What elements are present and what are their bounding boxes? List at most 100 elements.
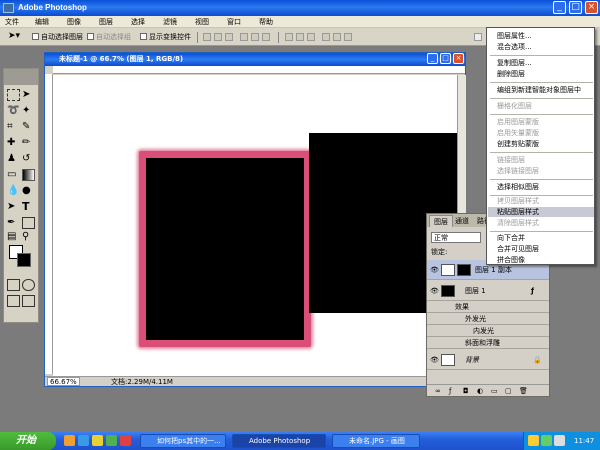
menu-item-flatten-image[interactable]: 拼合图像: [497, 256, 525, 265]
add-mask-icon[interactable]: ◘: [463, 387, 469, 395]
blur-tool-icon[interactable]: 💧: [7, 185, 20, 197]
start-button[interactable]: 开始: [0, 432, 56, 450]
menu-item-select-similar[interactable]: 选择相似图层: [497, 183, 539, 192]
move-tool-icon[interactable]: ➤: [22, 89, 35, 101]
doc-minimize-button[interactable]: _: [427, 53, 438, 64]
zoom-level[interactable]: 66.67%: [47, 377, 80, 386]
distribute-hcenter-icon[interactable]: [333, 33, 341, 41]
type-tool-icon[interactable]: T: [22, 201, 35, 213]
notes-tool-icon[interactable]: ▤: [7, 231, 20, 243]
document-title-bar[interactable]: 未标题-1 @ 66.7% (图层 1, RGB/8): [45, 53, 465, 66]
taskbar-button-paint[interactable]: 未命名.JPG - 画图: [332, 434, 420, 448]
shape-tool-icon[interactable]: [22, 217, 35, 229]
menu-filter[interactable]: 滤镜: [161, 16, 179, 28]
show-bounds-checkbox[interactable]: [140, 33, 147, 40]
distribute-left-icon[interactable]: [322, 33, 330, 41]
menu-item-layer-properties[interactable]: 图层属性...: [497, 32, 532, 41]
healing-brush-tool-icon[interactable]: ✚: [7, 137, 20, 149]
menu-help[interactable]: 帮助: [257, 16, 275, 28]
menu-window[interactable]: 窗口: [225, 16, 243, 28]
quicklaunch-icon[interactable]: [64, 435, 75, 446]
align-hcenter-icon[interactable]: [251, 33, 259, 41]
menu-image[interactable]: 图像: [65, 16, 83, 28]
close-button[interactable]: ×: [585, 1, 598, 14]
eye-icon[interactable]: 👁: [430, 285, 439, 297]
trash-icon[interactable]: 🗑: [519, 387, 528, 395]
auto-select-group-checkbox[interactable]: [87, 33, 94, 40]
add-style-icon[interactable]: ƒ: [449, 387, 451, 395]
layer-name[interactable]: 图层 1 副本: [475, 264, 512, 276]
tab-layers[interactable]: 图层: [429, 215, 453, 227]
quick-mask-icon[interactable]: [22, 279, 35, 291]
quicklaunch-icon[interactable]: [120, 435, 131, 446]
distribute-top-icon[interactable]: [285, 33, 293, 41]
menu-item-delete-layer[interactable]: 删除图层: [497, 70, 525, 79]
distribute-right-icon[interactable]: [344, 33, 352, 41]
maximize-button[interactable]: □: [569, 1, 582, 14]
blend-mode-select[interactable]: 正常: [431, 232, 481, 243]
align-bottom-icon[interactable]: [225, 33, 233, 41]
menu-view[interactable]: 视图: [193, 16, 211, 28]
lasso-tool-icon[interactable]: ➰: [7, 105, 20, 117]
brush-tool-icon[interactable]: ✏: [22, 137, 35, 149]
move-tool-icon[interactable]: ➤▾: [8, 31, 20, 41]
marquee-tool-icon[interactable]: [7, 89, 20, 101]
menu-item-duplicate-layer[interactable]: 复制图层...: [497, 59, 532, 68]
new-group-icon[interactable]: ▭: [491, 387, 498, 395]
ie-icon[interactable]: [78, 435, 89, 446]
magic-wand-tool-icon[interactable]: ✦: [22, 105, 35, 117]
layer-name[interactable]: 背景: [465, 354, 479, 366]
doc-maximize-button[interactable]: □: [440, 53, 451, 64]
taskbar-button-photoshop[interactable]: Adobe Photoshop: [232, 434, 326, 448]
align-top-icon[interactable]: [203, 33, 211, 41]
layer-effect-row[interactable]: 斜面和浮雕: [427, 337, 549, 349]
align-right-icon[interactable]: [262, 33, 270, 41]
history-brush-tool-icon[interactable]: ↺: [22, 153, 35, 165]
link-layers-icon[interactable]: ∞: [435, 387, 441, 395]
background-color-swatch[interactable]: [17, 253, 31, 267]
distribute-bottom-icon[interactable]: [307, 33, 315, 41]
gradient-tool-icon[interactable]: [22, 169, 35, 181]
dodge-tool-icon[interactable]: ●: [22, 185, 35, 197]
palette-well-icon[interactable]: [474, 33, 482, 41]
layer-row[interactable]: 👁 背景 🔒: [427, 350, 549, 370]
eye-icon[interactable]: 👁: [430, 354, 439, 366]
menu-select[interactable]: 选择: [129, 16, 147, 28]
doc-close-button[interactable]: ×: [453, 53, 464, 64]
canvas[interactable]: [53, 75, 457, 376]
align-left-icon[interactable]: [240, 33, 248, 41]
screen-mode-full-icon[interactable]: [22, 295, 35, 307]
eye-icon[interactable]: 👁: [430, 264, 439, 276]
layer-row[interactable]: 👁 图层 1 ƒ: [427, 281, 549, 301]
menu-item-merge-visible[interactable]: 合并可见图层: [497, 245, 539, 254]
crop-tool-icon[interactable]: ⌗: [7, 121, 20, 133]
slice-tool-icon[interactable]: ✎: [22, 121, 35, 133]
menu-item-paste-layer-style[interactable]: 粘贴图层样式: [497, 208, 539, 217]
quicklaunch-icon[interactable]: [92, 435, 103, 446]
fx-icon[interactable]: ƒ: [531, 285, 534, 297]
volume-icon[interactable]: [554, 435, 565, 446]
new-layer-icon[interactable]: ▢: [505, 387, 512, 395]
adjustment-layer-icon[interactable]: ◐: [477, 387, 483, 395]
pen-tool-icon[interactable]: ✒: [7, 217, 20, 229]
layer-effects-row[interactable]: 效果: [427, 301, 549, 313]
path-selection-tool-icon[interactable]: ➤: [7, 201, 20, 213]
layer-effect-row[interactable]: 外发光: [427, 313, 549, 325]
eraser-tool-icon[interactable]: ▭: [7, 169, 20, 181]
tray-icon[interactable]: [541, 435, 552, 446]
eyedropper-tool-icon[interactable]: ⚲: [22, 231, 35, 243]
tab-channels[interactable]: 通道: [451, 215, 473, 227]
menu-layer[interactable]: 图层: [97, 16, 115, 28]
doc-info[interactable]: 文档:2.29M/4.11M: [111, 377, 173, 387]
quicklaunch-icon[interactable]: [106, 435, 117, 446]
menu-edit[interactable]: 编辑: [33, 16, 51, 28]
minimize-button[interactable]: _: [553, 1, 566, 14]
menu-file[interactable]: 文件: [3, 16, 21, 28]
layer-effect-row[interactable]: 内发光: [427, 325, 549, 337]
auto-select-checkbox[interactable]: [32, 33, 39, 40]
menu-item-clipping-mask[interactable]: 创建剪贴蒙版: [497, 140, 539, 149]
menu-item-merge-down[interactable]: 向下合并: [497, 234, 525, 243]
layer-name[interactable]: 图层 1: [465, 285, 486, 297]
menu-item-smart-object[interactable]: 编组到新建智能对象图层中: [497, 86, 581, 95]
taskbar-button-browser[interactable]: 如何把ps其中的一...: [140, 434, 226, 448]
